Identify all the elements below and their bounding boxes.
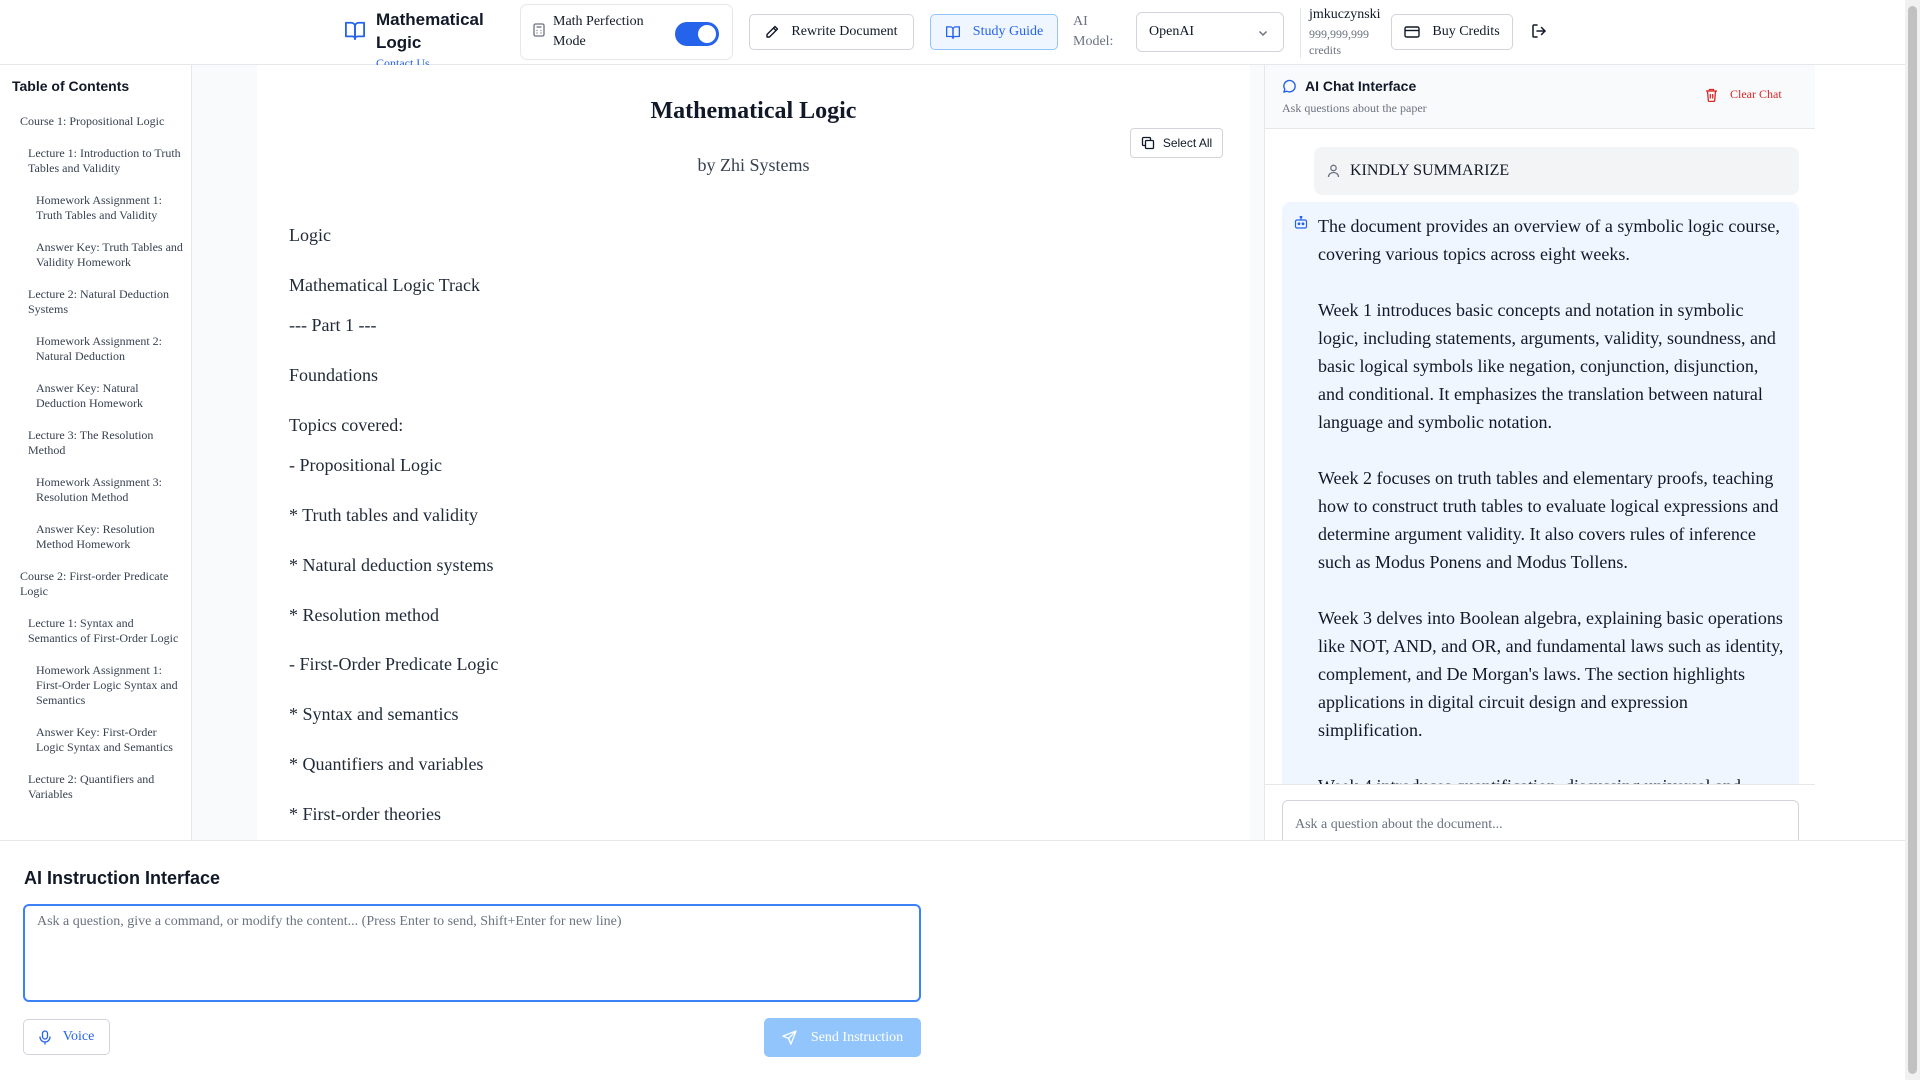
toggle-knob <box>698 25 716 43</box>
copy-icon <box>1141 136 1154 150</box>
toc-item[interactable]: Lecture 2: Natural Deduction Systems <box>0 282 191 323</box>
bot-icon <box>1294 215 1308 234</box>
select-all-button[interactable]: Select All <box>1130 128 1223 158</box>
toc-item[interactable]: Lecture 3: The Resolution Method <box>0 423 191 464</box>
voice-label: Voice <box>62 1029 95 1044</box>
toc-item[interactable]: Course 1: Propositional Logic <box>0 109 191 135</box>
chat-input-area <box>1265 784 1815 840</box>
table-of-contents-sidebar: Table of Contents Course 1: Propositiona… <box>0 65 192 840</box>
toc-item[interactable]: Homework Assignment 1: Truth Tables and … <box>0 188 191 229</box>
math-perfection-mode-label: Math Perfection Mode <box>553 14 644 49</box>
toc-item[interactable]: Answer Key: Resolution Method Homework <box>0 517 191 558</box>
app-header: Mathematical Logic Contact Us Math Perfe… <box>0 0 1905 70</box>
chat-header: AI Chat Interface Ask questions about th… <box>1265 65 1815 129</box>
clear-chat-label: Clear Chat <box>1730 87 1782 101</box>
toc-list: Course 1: Propositional Logic Lecture 1: … <box>0 109 191 808</box>
chat-subtitle: Ask questions about the paper <box>1282 101 1427 115</box>
header-divider <box>1300 8 1301 58</box>
instruction-input[interactable] <box>23 904 921 1002</box>
ai-model-value: OpenAI <box>1149 24 1195 39</box>
document-line: - First-Order Predicate Logic <box>289 654 499 674</box>
ai-message-text: The document provides an overview of a s… <box>1318 212 1786 802</box>
user-message: KINDLY SUMMARIZE <box>1314 147 1799 195</box>
toc-item[interactable]: Lecture 1: Syntax and Semantics of First… <box>0 611 191 652</box>
ai-model-select[interactable]: OpenAI <box>1136 12 1284 52</box>
calculator-icon <box>533 22 545 42</box>
ai-message-paragraph: Week 1 introduces basic concepts and not… <box>1318 300 1776 432</box>
user-icon <box>1327 164 1340 178</box>
credits-balance: 999,999,999 credits <box>1309 27 1369 57</box>
user-message-text: KINDLY SUMMARIZE <box>1350 162 1510 179</box>
toc-item[interactable]: Homework Assignment 1: First-Order Logic… <box>0 658 191 714</box>
document-line: * Quantifiers and variables <box>289 754 484 774</box>
document-line: Mathematical Logic Track <box>289 275 480 295</box>
document-area: Mathematical Logic by Zhi Systems Select… <box>192 65 1264 840</box>
send-instruction-label: Send Instruction <box>810 1029 904 1045</box>
document-title: Mathematical Logic <box>650 98 857 124</box>
ai-message-paragraph: Week 2 focuses on truth tables and eleme… <box>1318 468 1779 572</box>
toc-item[interactable]: Answer Key: First-Order Logic Syntax and… <box>0 720 191 761</box>
document-line: * Truth tables and validity <box>289 505 478 525</box>
ai-message: The document provides an overview of a s… <box>1282 202 1799 802</box>
ai-chat-panel: AI Chat Interface Ask questions about th… <box>1264 65 1815 840</box>
document-line: Logic <box>289 225 331 245</box>
toc-title: Table of Contents <box>12 78 130 94</box>
rewrite-document-button[interactable]: Rewrite Document <box>749 14 914 50</box>
rewrite-document-label: Rewrite Document <box>791 24 898 39</box>
ai-message-paragraph: The document provides an overview of a s… <box>1318 216 1780 264</box>
toc-item[interactable]: Homework Assignment 3: Resolution Method <box>0 470 191 511</box>
select-all-label: Select All <box>1162 136 1213 150</box>
chat-title: AI Chat Interface <box>1282 78 1416 94</box>
ai-instruction-interface: AI Instruction Interface Voice Send Inst… <box>0 840 1905 1080</box>
document-line: * Natural deduction systems <box>289 555 494 575</box>
send-instruction-button[interactable]: Send Instruction <box>764 1018 921 1057</box>
toc-item[interactable]: Homework Assignment 2: Natural Deduction <box>0 329 191 370</box>
buy-credits-button[interactable]: Buy Credits <box>1391 14 1513 50</box>
clear-chat-button[interactable]: Clear Chat <box>1705 87 1782 102</box>
document-line: --- Part 1 --- <box>289 315 377 335</box>
voice-button[interactable]: Voice <box>23 1019 110 1055</box>
window-scrollbar-thumb[interactable] <box>1908 6 1917 1074</box>
chevron-down-icon <box>1258 30 1268 37</box>
username: jmkuczynski <box>1309 7 1381 22</box>
pencil-icon <box>766 25 779 38</box>
document-page: Mathematical Logic by Zhi Systems Select… <box>257 65 1250 840</box>
app-title: Mathematical Logic <box>376 10 484 52</box>
credit-card-icon <box>1404 26 1421 38</box>
toc-item[interactable]: Lecture 1: Introduction to Truth Tables … <box>0 141 191 182</box>
document-line: Topics covered: <box>289 415 404 435</box>
book-open-icon <box>945 26 960 39</box>
document-author: by Zhi Systems <box>697 155 810 175</box>
trash-icon <box>1706 88 1717 102</box>
document-line: * Resolution method <box>289 605 439 625</box>
instruction-title: AI Instruction Interface <box>24 868 221 888</box>
window-scrollbar[interactable] <box>1905 0 1920 1080</box>
book-open-icon <box>344 20 366 45</box>
toc-item[interactable]: Answer Key: Truth Tables and Validity Ho… <box>0 235 191 276</box>
document-line: Foundations <box>289 365 379 385</box>
math-perfection-mode-toggle[interactable] <box>675 22 719 46</box>
document-line: - Propositional Logic <box>289 455 442 475</box>
study-guide-label: Study Guide <box>972 24 1044 39</box>
logout-icon[interactable] <box>1531 23 1547 44</box>
study-guide-button[interactable]: Study Guide <box>930 14 1058 50</box>
chat-input[interactable] <box>1282 800 1799 840</box>
toc-item[interactable]: Course 2: First-order Predicate Logic <box>0 564 191 605</box>
document-line: * Syntax and semantics <box>289 704 459 724</box>
document-line: * First-order theories <box>289 804 441 824</box>
toc-item[interactable]: Answer Key: Natural Deduction Homework <box>0 376 191 417</box>
brand: Mathematical Logic Contact Us <box>344 8 486 71</box>
chat-title-text: AI Chat Interface <box>1305 78 1417 94</box>
math-perfection-mode-box: Math Perfection Mode <box>520 4 733 60</box>
ai-model-label: AI Model: <box>1073 14 1114 49</box>
message-circle-icon <box>1283 79 1296 93</box>
send-icon <box>782 1030 797 1045</box>
toc-item[interactable]: Lecture 2: Quantifiers and Variables <box>0 767 191 808</box>
buy-credits-label: Buy Credits <box>1432 24 1500 39</box>
microphone-icon <box>39 1029 51 1045</box>
ai-message-paragraph: Week 3 delves into Boolean algebra, expl… <box>1318 608 1784 740</box>
